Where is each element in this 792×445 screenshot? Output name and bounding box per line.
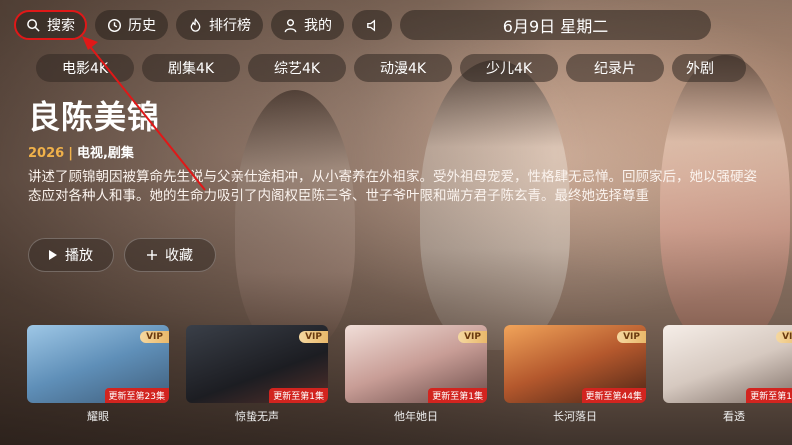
show-title: 他年她日	[394, 410, 438, 423]
clock-icon	[107, 18, 122, 32]
collect-button[interactable]: 收藏	[124, 238, 216, 272]
hero-figure-left	[235, 90, 355, 350]
tab-anime-4k[interactable]: 动漫4K	[354, 54, 452, 82]
show-poster: VIP 更新至第23集	[27, 325, 169, 403]
hero-meta-separator: |	[68, 146, 73, 161]
ranking-label: 排行榜	[209, 18, 251, 34]
episode-badge: 更新至第23集	[104, 388, 169, 403]
show-title: 长河落日	[553, 410, 597, 423]
show-card[interactable]: VIP 更新至第1集 他年她日	[345, 325, 487, 424]
mine-label: 我的	[304, 18, 332, 34]
recommendation-row: VIP 更新至第23集 耀眼 VIP 更新至第1集 惊蛰无声 VIP 更新至第1…	[27, 325, 792, 424]
show-card[interactable]: VIP 更新至第1集 看透	[663, 325, 792, 424]
show-poster: VIP 更新至第44集	[504, 325, 646, 403]
hero-description: 讲述了顾锦朝因被算命先生说与父亲仕途相冲，从小寄养在外祖家。受外祖母宠爱，性格肆…	[28, 169, 757, 204]
user-icon	[284, 18, 297, 32]
tab-foreign-drama[interactable]: 外剧	[672, 54, 746, 82]
tab-documentary[interactable]: 纪录片	[566, 54, 664, 82]
tab-variety-4k[interactable]: 综艺4K	[248, 54, 346, 82]
vip-badge: VIP	[458, 331, 487, 343]
tab-kids-4k[interactable]: 少儿4K	[460, 54, 558, 82]
play-icon	[49, 250, 57, 260]
show-poster: VIP 更新至第1集	[663, 325, 792, 403]
volume-icon	[366, 19, 375, 31]
show-card[interactable]: VIP 更新至第23集 耀眼	[27, 325, 169, 424]
show-title: 惊蛰无声	[235, 410, 279, 423]
volume-button[interactable]	[352, 10, 392, 40]
episode-badge: 更新至第1集	[746, 388, 792, 403]
collect-label: 收藏	[165, 248, 193, 264]
flame-icon	[190, 17, 201, 32]
show-card[interactable]: VIP 更新至第44集 长河落日	[504, 325, 646, 424]
tab-series-4k[interactable]: 剧集4K	[142, 54, 240, 82]
vip-badge: VIP	[140, 331, 169, 343]
mine-button[interactable]: 我的	[271, 10, 344, 40]
show-poster: VIP 更新至第1集	[345, 325, 487, 403]
vip-badge: VIP	[617, 331, 646, 343]
hero-year: 2026	[28, 146, 65, 161]
show-card[interactable]: VIP 更新至第1集 惊蛰无声	[186, 325, 328, 424]
show-title: 耀眼	[87, 410, 109, 423]
vip-badge: VIP	[299, 331, 328, 343]
category-tabs: 电影4K 剧集4K 综艺4K 动漫4K 少儿4K 纪录片 外剧	[36, 54, 746, 82]
show-poster: VIP 更新至第1集	[186, 325, 328, 403]
show-title: 看透	[723, 410, 745, 423]
episode-badge: 更新至第1集	[428, 388, 487, 403]
hero-actions: 播放 收藏	[28, 238, 216, 272]
episode-badge: 更新至第44集	[581, 388, 646, 403]
search-button[interactable]: 搜索	[14, 10, 87, 40]
play-label: 播放	[65, 248, 93, 264]
vip-badge: VIP	[776, 331, 792, 343]
hero-meta: 2026 | 电视,剧集	[28, 142, 134, 161]
tab-movie-4k[interactable]: 电影4K	[36, 54, 134, 82]
hero-title: 良陈美锦	[28, 98, 161, 136]
history-label: 历史	[128, 18, 156, 34]
top-bar: 搜索 历史 排行榜 我的 6月9日 星期二	[14, 10, 711, 40]
search-label: 搜索	[47, 18, 75, 34]
episode-badge: 更新至第1集	[269, 388, 328, 403]
plus-icon	[147, 250, 157, 260]
hero-genre: 电视,剧集	[76, 146, 134, 161]
search-icon	[27, 18, 40, 32]
ranking-button[interactable]: 排行榜	[176, 10, 263, 40]
date-text: 6月9日 星期二	[502, 17, 609, 36]
date-display: 6月9日 星期二	[400, 10, 711, 40]
play-button[interactable]: 播放	[28, 238, 114, 272]
history-button[interactable]: 历史	[95, 10, 168, 40]
